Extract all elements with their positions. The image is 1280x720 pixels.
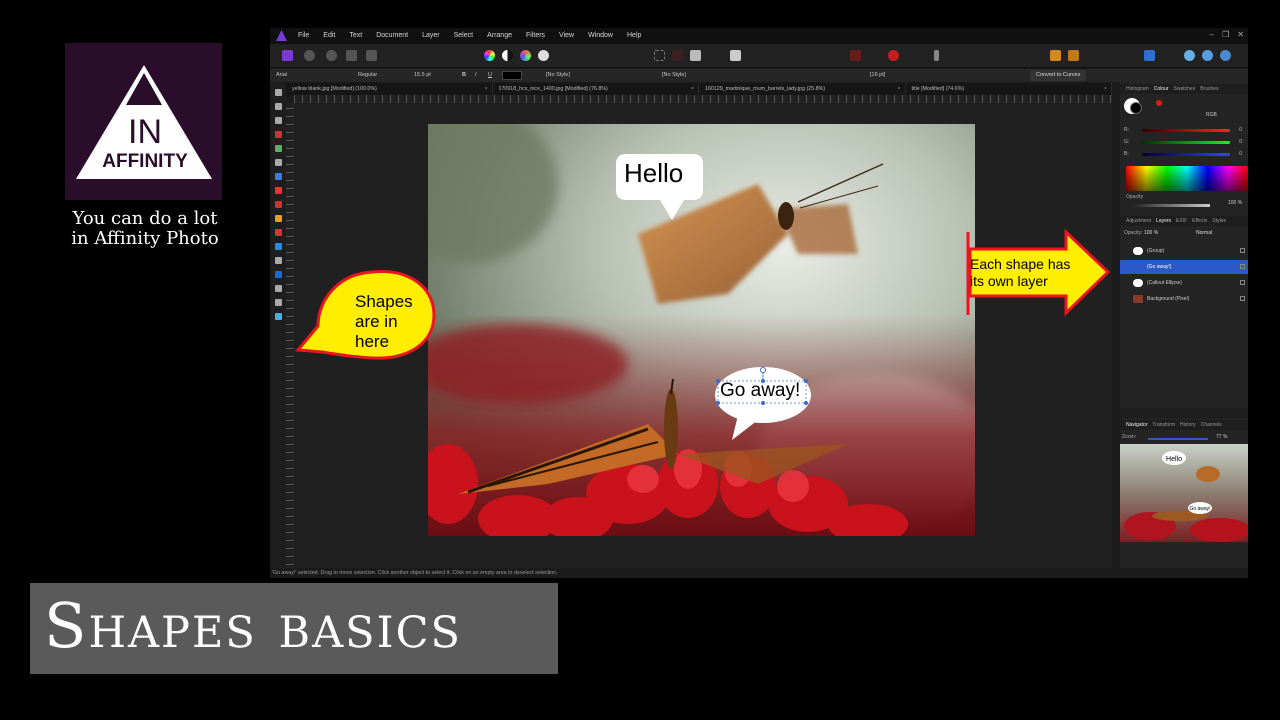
shapes-overlay: [295, 154, 1111, 440]
hello-text[interactable]: Hello: [624, 159, 683, 187]
layer-line2: its own layer: [970, 273, 1048, 289]
layer-line1: Each shape has: [970, 256, 1071, 272]
shapes-annotation-text: Shapes are in here: [355, 292, 413, 352]
layer-annotation-text: Each shape has its own layer: [970, 256, 1070, 290]
shapes-line1: Shapes: [355, 292, 413, 311]
shapes-line2: are in: [355, 312, 398, 331]
shapes-line3: here: [355, 332, 390, 351]
go-away-text[interactable]: Go away!: [720, 381, 800, 401]
